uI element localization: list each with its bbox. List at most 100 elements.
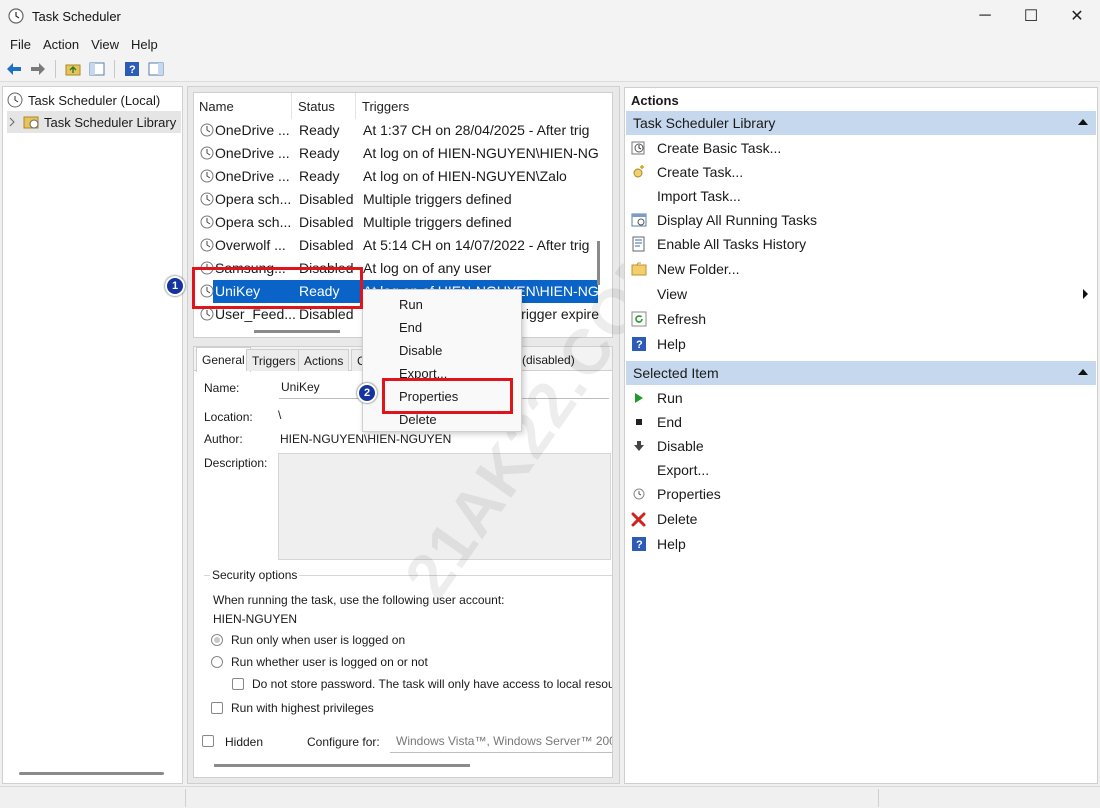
clock-icon xyxy=(200,123,214,137)
clock-icon xyxy=(200,215,214,229)
vertical-scrollbar[interactable] xyxy=(597,241,600,285)
task-name: Overwolf ... xyxy=(215,237,286,253)
table-row[interactable]: Opera sch... Disabled Multiple triggers … xyxy=(194,211,599,234)
clock-icon xyxy=(7,92,23,108)
radio-logged-on[interactable] xyxy=(211,634,223,646)
task-status: Disabled xyxy=(299,237,354,253)
checkbox-hidden[interactable] xyxy=(202,735,214,747)
toolbar-separator xyxy=(55,59,56,78)
title-bar: Task Scheduler ─ ☐ ✕ xyxy=(0,0,1100,32)
help-icon[interactable]: ? xyxy=(122,59,142,79)
task-trigger: At log on of HIEN-NGUYEN\HIEN-NGU xyxy=(363,145,599,161)
tab-history[interactable]: (disabled) xyxy=(517,349,580,371)
help-icon: ? xyxy=(631,536,647,552)
menu-view[interactable]: View xyxy=(85,37,125,52)
checkbox-do-not-store-password[interactable] xyxy=(232,678,244,690)
task-status: Disabled xyxy=(299,214,354,230)
action-help[interactable]: ? Help xyxy=(626,332,1096,356)
menu-bar: File Action View Help xyxy=(0,32,1100,56)
table-row[interactable]: OneDrive ... Ready At log on of HIEN-NGU… xyxy=(194,142,599,165)
configure-for-select[interactable]: Windows Vista™, Windows Server™ 2008 xyxy=(390,731,612,753)
action-run[interactable]: Run xyxy=(626,386,1096,410)
action-create-basic-task[interactable]: Create Basic Task... xyxy=(626,136,1096,160)
delete-x-icon xyxy=(631,511,647,527)
table-row[interactable]: OneDrive ... Ready At log on of HIEN-NGU… xyxy=(194,165,599,188)
maximize-button[interactable]: ☐ xyxy=(1008,0,1054,32)
back-arrow-icon[interactable] xyxy=(4,59,24,79)
horizontal-scrollbar[interactable] xyxy=(214,764,470,767)
table-row[interactable]: Opera sch... Disabled Multiple triggers … xyxy=(194,188,599,211)
horizontal-scrollbar[interactable] xyxy=(19,772,164,775)
action-import-task[interactable]: Import Task... xyxy=(626,184,1096,208)
name-label: Name: xyxy=(204,381,240,395)
horizontal-scrollbar[interactable] xyxy=(254,330,340,333)
collapse-caret-icon[interactable] xyxy=(1078,119,1088,125)
action-create-task[interactable]: Create Task... xyxy=(626,160,1096,184)
tree-item-label: Task Scheduler Library xyxy=(44,114,177,130)
action-refresh[interactable]: Refresh xyxy=(626,307,1096,331)
radio-whether-logged-on[interactable] xyxy=(211,656,223,668)
description-label: Description: xyxy=(204,456,268,470)
menu-help[interactable]: Help xyxy=(125,37,164,52)
action-display-running-tasks[interactable]: Display All Running Tasks xyxy=(626,208,1096,232)
show-hide-action-pane-icon[interactable] xyxy=(146,59,166,79)
action-delete[interactable]: Delete xyxy=(626,507,1096,531)
action-disable[interactable]: Disable xyxy=(626,434,1096,458)
action-label: Help xyxy=(657,336,686,352)
task-status: Ready xyxy=(299,168,340,184)
action-export[interactable]: Export... xyxy=(626,458,1096,482)
tab-triggers[interactable]: Triggers xyxy=(246,349,302,371)
section-header-library[interactable]: Task Scheduler Library xyxy=(626,111,1096,135)
checkbox-highest-privileges[interactable] xyxy=(211,702,223,714)
folder-up-icon[interactable] xyxy=(63,59,83,79)
menu-action[interactable]: Action xyxy=(37,37,85,52)
radio-logged-on-label: Run only when user is logged on xyxy=(231,633,406,647)
description-field[interactable] xyxy=(278,453,611,560)
column-header-triggers[interactable]: Triggers xyxy=(356,93,599,119)
action-end[interactable]: End xyxy=(626,410,1096,434)
table-row[interactable]: OneDrive ... Ready At 1:37 CH on 28/04/2… xyxy=(194,119,599,142)
location-value: \ xyxy=(278,408,282,422)
author-value: HIEN-NGUYEN\HIEN-NGUYEN xyxy=(280,432,452,446)
task-trigger: At 1:37 CH on 28/04/2025 - After trig xyxy=(363,122,590,138)
context-menu-end[interactable]: End xyxy=(363,316,521,339)
submenu-arrow-icon xyxy=(1083,289,1088,299)
properties-clock-icon xyxy=(631,486,647,502)
create-basic-task-icon xyxy=(631,140,647,156)
tree-item-task-scheduler-local[interactable]: Task Scheduler (Local) xyxy=(7,89,160,111)
import-task-icon xyxy=(631,188,647,204)
action-help-selected[interactable]: ? Help xyxy=(626,532,1096,556)
column-header-name[interactable]: Name xyxy=(194,93,292,119)
task-name: OneDrive ... xyxy=(215,168,290,184)
help-icon: ? xyxy=(631,336,647,352)
context-menu-run[interactable]: Run xyxy=(363,293,521,316)
menu-file[interactable]: File xyxy=(4,37,37,52)
action-view[interactable]: View xyxy=(626,282,1096,306)
chevron-right-icon[interactable] xyxy=(7,117,17,127)
section-header-selected-item[interactable]: Selected Item xyxy=(626,361,1096,385)
minimize-button[interactable]: ─ xyxy=(962,0,1008,32)
hidden-label: Hidden xyxy=(225,735,264,749)
author-label: Author: xyxy=(204,432,243,446)
forward-arrow-icon[interactable] xyxy=(28,59,48,79)
action-label: Create Basic Task... xyxy=(657,140,782,156)
table-row[interactable]: Overwolf ... Disabled At 5:14 CH on 14/0… xyxy=(194,234,599,257)
svg-text:?: ? xyxy=(636,539,643,551)
tab-actions[interactable]: Actions xyxy=(298,349,350,371)
collapse-caret-icon[interactable] xyxy=(1078,369,1088,375)
action-new-folder[interactable]: New Folder... xyxy=(626,257,1096,281)
close-button[interactable]: ✕ xyxy=(1054,0,1100,32)
show-hide-tree-icon[interactable] xyxy=(87,59,107,79)
task-trigger: At log on of HIEN-NGUYEN\Zalo xyxy=(363,168,567,184)
view-icon xyxy=(631,286,647,302)
task-name: OneDrive ... xyxy=(215,145,290,161)
tab-general[interactable]: General xyxy=(196,347,251,372)
action-enable-history[interactable]: Enable All Tasks History xyxy=(626,232,1096,256)
column-header-status[interactable]: Status xyxy=(292,93,356,119)
action-properties[interactable]: Properties xyxy=(626,482,1096,506)
context-menu-disable[interactable]: Disable xyxy=(363,339,521,362)
tree-item-task-scheduler-library[interactable]: Task Scheduler Library xyxy=(7,111,181,133)
task-status: Ready xyxy=(299,145,340,161)
task-status: Ready xyxy=(299,122,340,138)
clock-icon xyxy=(200,192,214,206)
